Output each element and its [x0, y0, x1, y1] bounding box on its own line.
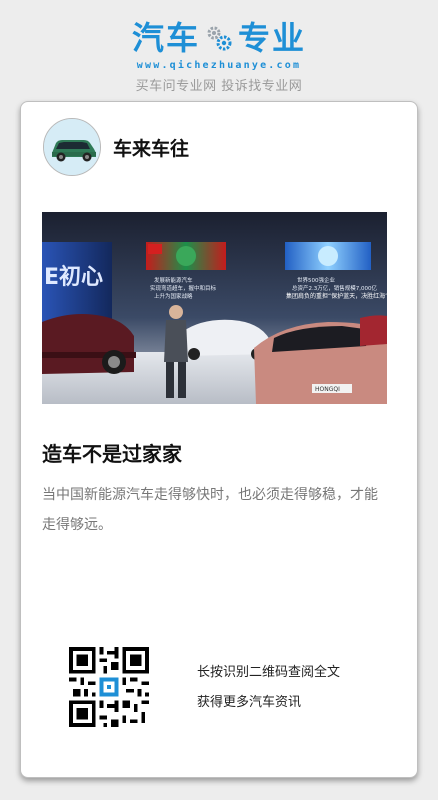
- qr-caption-line1: 长按识别二维码查阅全文: [197, 665, 341, 680]
- brand-name-left: 汽车: [131, 19, 200, 57]
- wall-text: E初心: [44, 264, 103, 290]
- car-badge: HONGQI: [315, 386, 340, 393]
- green-car-icon: [44, 119, 100, 175]
- svg-text:总资产2.3万亿，销售规模7,000亿: 总资产2.3万亿，销售规模7,000亿: [292, 284, 377, 292]
- svg-text:上升为国家战略: 上升为国家战略: [154, 292, 193, 300]
- brand-name-right: 专业: [238, 19, 307, 57]
- gear-icon: [207, 26, 232, 51]
- qr-code-icon[interactable]: [69, 647, 149, 727]
- author-row[interactable]: 车来车往: [43, 118, 189, 176]
- svg-text:世界500强企业: 世界500强企业: [297, 276, 335, 284]
- brand-url: www.qichezhuanye.com: [136, 60, 302, 71]
- qr-caption: 长按识别二维码查阅全文 获得更多汽车资讯: [197, 658, 340, 718]
- svg-text:实现弯道超车，握中和目标: 实现弯道超车，握中和目标: [150, 284, 217, 292]
- hero-image[interactable]: E初心 发展新能源汽车 实现弯道超车，握中和目标 上升为国家战略 世界500强企…: [42, 212, 387, 404]
- article-title[interactable]: 造车不是过家家: [42, 438, 182, 467]
- article-summary: 当中国新能源汽车走得够快时，也必须走得够稳，才能走得够远。: [42, 487, 378, 533]
- author-name[interactable]: 车来车往: [113, 134, 189, 161]
- svg-text:发展新能源汽车: 发展新能源汽车: [154, 276, 193, 284]
- brand-logo: 汽车 专业: [0, 18, 438, 58]
- article-card[interactable]: 车来车往 E初心 发展新能源汽车 实现弯道超车，握中和目标 上升为国家战略 世界…: [20, 101, 418, 778]
- svg-text:集团肩负的重担“保护蓝天，决胜红海”: 集团肩负的重担“保护蓝天，决胜红海”: [286, 292, 387, 300]
- qr-caption-line2: 获得更多汽车资讯: [197, 695, 302, 710]
- brand-header: 汽车 专业 www.qichezhuanye.com 买车问专业网 投诉找专业网: [0, 18, 438, 94]
- author-avatar[interactable]: [43, 118, 101, 176]
- auto-show-photo: E初心 发展新能源汽车 实现弯道超车，握中和目标 上升为国家战略 世界500强企…: [42, 212, 387, 404]
- brand-slogan: 买车问专业网 投诉找专业网: [135, 79, 303, 94]
